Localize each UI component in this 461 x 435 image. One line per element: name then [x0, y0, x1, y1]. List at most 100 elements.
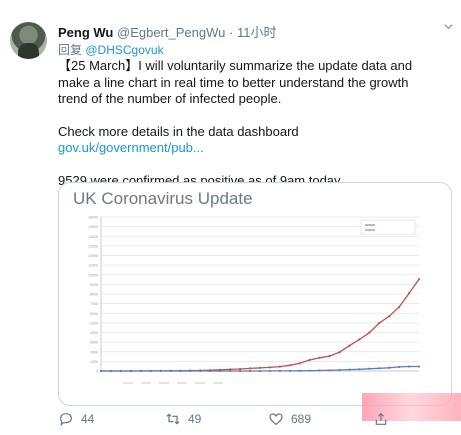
tweet-paragraph-1: 【25 March】I will voluntarily summarize t… [58, 58, 413, 106]
data-point [328, 355, 331, 358]
media-card[interactable]: UK Coronavirus Update 0 1000 2000 3000 4000 5… [58, 182, 452, 406]
line-chart: 0 1000 2000 3000 4000 5000 6000 7000 8000 9000 100… [88, 216, 421, 384]
reply-mention-link[interactable]: @DHSCgovuk [85, 43, 163, 57]
data-point [129, 369, 132, 373]
data-point [388, 366, 391, 369]
y-tick-label: 15000 [88, 225, 98, 229]
like-button[interactable]: 689 [268, 411, 311, 427]
data-point [169, 369, 172, 373]
data-point [288, 364, 291, 367]
data-point [109, 369, 113, 373]
data-point [368, 331, 371, 334]
data-point [417, 365, 421, 368]
data-point [358, 368, 361, 371]
y-tick-label: 5000 [90, 321, 98, 325]
data-point [248, 369, 252, 373]
data-point [239, 369, 242, 373]
data-point [248, 367, 252, 370]
data-point [119, 369, 122, 373]
avatar[interactable] [10, 22, 47, 59]
data-point [219, 369, 222, 373]
y-tick-label: 13000 [88, 244, 98, 248]
like-count: 689 [291, 412, 312, 426]
action-bar: 44 49 689 [58, 411, 458, 429]
data-point [388, 315, 391, 318]
y-tick-label: 2000 [90, 350, 98, 354]
data-point [298, 362, 301, 365]
y-tick-label: 7000 [90, 302, 98, 306]
tweet[interactable]: Peng Wu @Egbert_PengWu · 11小时 回复 @DHSCgo… [0, 0, 461, 435]
heart-icon [269, 413, 283, 426]
separator-dot: · [228, 25, 234, 40]
author-name[interactable]: Peng Wu [58, 25, 113, 40]
reply-icon [60, 413, 72, 427]
data-point [398, 305, 401, 309]
y-tick-label: 4000 [90, 331, 98, 335]
data-point [258, 369, 262, 373]
data-point [358, 338, 361, 341]
data-point [278, 369, 281, 373]
data-point [189, 369, 192, 373]
reply-label: 回复 [58, 43, 83, 57]
y-tick-label: 16000 [88, 216, 98, 220]
retweet-count: 49 [188, 412, 202, 426]
tweet-text: 【25 March】I will voluntarily summarize t… [58, 58, 430, 189]
dashboard-link[interactable]: gov.uk/government/pub... [58, 140, 204, 155]
y-tick-label: 3000 [90, 341, 98, 345]
data-point [298, 369, 301, 372]
share-icon [375, 412, 387, 425]
y-tick-label: 9000 [90, 283, 98, 287]
y-tick-label: 8000 [90, 293, 98, 297]
data-point [199, 369, 202, 373]
chart-title: UK Coronavirus Update [73, 189, 253, 208]
data-point [179, 369, 182, 373]
data-point [348, 344, 351, 347]
data-point [288, 369, 291, 373]
y-tick-label: 14000 [88, 235, 98, 239]
data-point [338, 351, 341, 354]
data-point [139, 369, 142, 373]
data-point [159, 369, 162, 373]
data-point [417, 278, 421, 281]
share-button[interactable] [373, 411, 389, 427]
y-tick-label: 12000 [88, 254, 98, 258]
y-tick-label: 6000 [90, 312, 98, 316]
data-point [378, 321, 381, 325]
data-point [368, 367, 371, 370]
data-point [348, 368, 351, 371]
data-point [398, 365, 401, 369]
data-point [268, 369, 272, 373]
reply-count: 44 [81, 412, 95, 426]
data-point [209, 369, 212, 373]
legend-box [360, 219, 416, 235]
data-point [407, 365, 411, 368]
data-point [328, 369, 331, 372]
data-point [229, 369, 232, 373]
retweet-icon [166, 413, 180, 425]
data-point [308, 358, 311, 362]
data-point [318, 356, 321, 359]
series-line-1 [101, 278, 420, 372]
data-point [239, 367, 242, 371]
timestamp[interactable]: 11小时 [237, 25, 277, 40]
data-point [258, 366, 262, 370]
data-point [378, 367, 381, 370]
y-tick-label: 0 [96, 370, 98, 374]
tweet-paragraph-2: Check more details in the data dashboard [58, 123, 299, 139]
data-point [149, 369, 152, 373]
y-tick-label: 10000 [88, 273, 98, 277]
data-point [99, 369, 103, 373]
data-point [308, 369, 311, 372]
data-point [278, 365, 281, 368]
retweet-button[interactable]: 49 [165, 411, 201, 427]
y-tick-label: 11000 [88, 264, 98, 268]
data-point [338, 368, 341, 372]
data-point [318, 369, 321, 372]
y-tick-label: 1000 [90, 360, 98, 364]
author-handle[interactable]: @Egbert_PengWu [117, 25, 225, 40]
chevron-down-icon[interactable] [444, 22, 453, 31]
reply-button[interactable]: 44 [58, 411, 94, 427]
reply-context: 回复 @DHSCgovuk [58, 41, 164, 58]
data-point [407, 292, 411, 295]
tweet-header: Peng Wu @Egbert_PengWu · 11小时 [58, 22, 276, 41]
